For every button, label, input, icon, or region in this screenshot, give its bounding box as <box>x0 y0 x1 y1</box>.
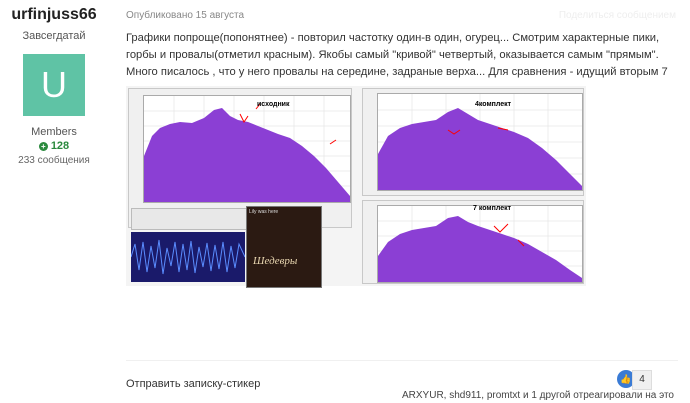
analyzer-window-3: 7 комплект <box>362 200 584 284</box>
reputation-value: 128 <box>50 140 70 152</box>
post-count: 233 сообщения <box>18 155 90 166</box>
author-group: Members <box>31 126 77 138</box>
album-script: Шедевры <box>253 255 298 267</box>
plot-label-1: исходник <box>257 101 290 108</box>
spectrum-graph-3 <box>378 206 582 282</box>
reaction-count[interactable]: 4 <box>632 370 652 390</box>
reputation: +128 <box>0 140 108 152</box>
album-cover: Lily was here Шедевры <box>246 206 322 288</box>
spectrum-graph-2 <box>378 94 582 190</box>
spectrum-plot-1 <box>143 95 351 203</box>
post-date[interactable]: Опубликовано 15 августа <box>126 10 244 21</box>
author-name[interactable]: urfinjuss66 <box>0 6 108 24</box>
waveform-view <box>131 232 245 282</box>
author-panel: urfinjuss66 Завсегдатай U Members +128 2… <box>0 0 108 166</box>
analyzer-window-2: 4комплект <box>362 88 584 196</box>
avatar[interactable]: U <box>23 54 85 116</box>
author-rank: Завсегдатай <box>22 30 86 42</box>
spectrum-plot-3 <box>377 205 583 283</box>
divider <box>126 360 678 361</box>
post-image[interactable]: исходник Lily was here Шедевры 4комплект <box>126 86 586 288</box>
plot-label-2: 4комплект <box>475 101 512 108</box>
plus-icon: + <box>38 141 48 151</box>
plot-label-3: 7 комплект <box>473 205 512 212</box>
share-link[interactable]: Поделиться сообщением <box>559 10 676 21</box>
reactions-summary[interactable]: ARXYUR, shd911, promtxt и 1 другой отреа… <box>402 390 674 401</box>
album-title: Lily was here <box>249 209 279 215</box>
spectrum-graph-1 <box>144 96 350 202</box>
sticker-link[interactable]: Отправить записку-стикер <box>126 378 260 390</box>
